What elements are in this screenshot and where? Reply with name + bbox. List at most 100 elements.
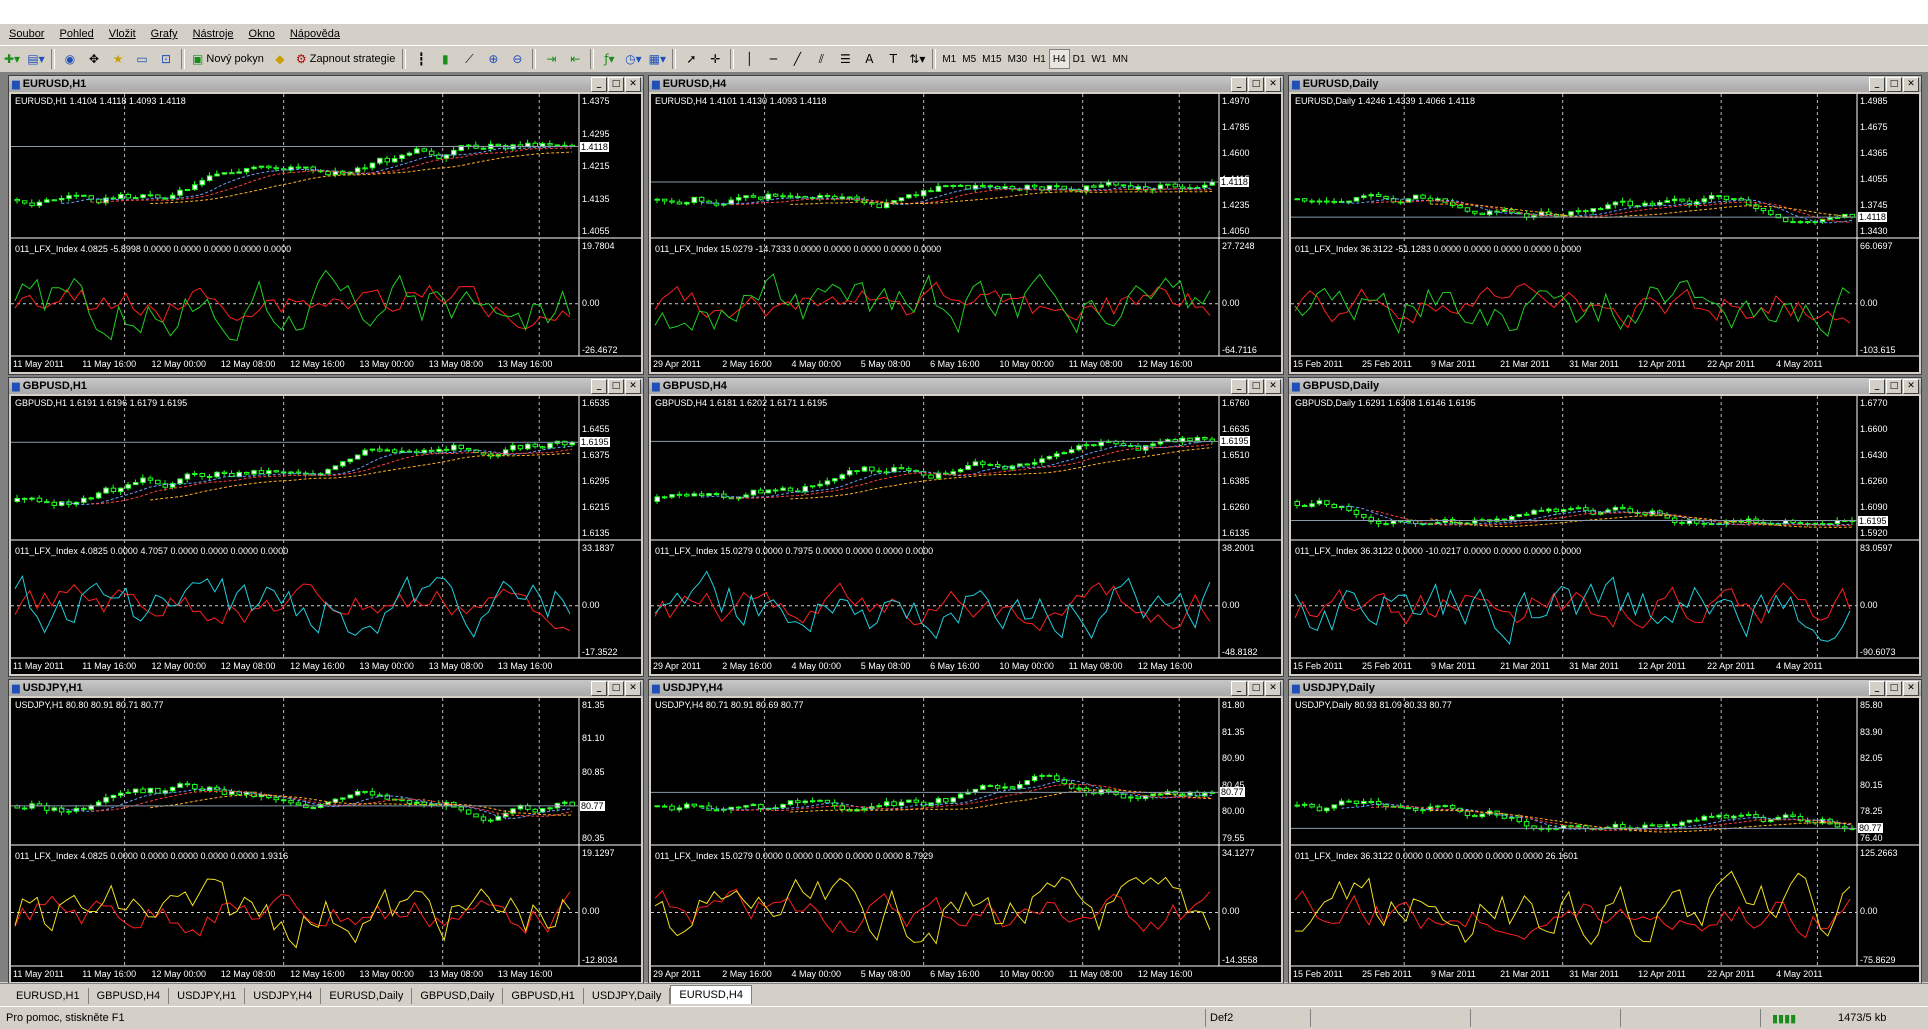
timeframe-h4[interactable]: H4 [1048,49,1070,69]
menu-window[interactable]: Okno [240,28,281,40]
chart-title-bar[interactable]: ▆ USDJPY,H4 _ □ ✕ [649,680,1283,696]
terminal-button[interactable]: ▭ [131,49,153,69]
text-button[interactable]: A [858,49,880,69]
chart-window[interactable]: ▆ EURUSD,Daily _ □ ✕ EURUSD,Daily 1.4246 1.43… [1288,75,1922,375]
close-button[interactable]: ✕ [1903,379,1919,394]
chart-title-bar[interactable]: ▆ GBPUSD,H1 _ □ ✕ [9,378,643,394]
chart-tab[interactable]: GBPUSD,Daily [412,988,504,1004]
autoscroll-button[interactable]: ⇥ [540,49,562,69]
chart-title-bar[interactable]: ▆ EURUSD,H1 _ □ ✕ [9,76,643,92]
chart-area[interactable]: USDJPY,H1 80.80 80.91 80.71 80.77 011_LFX… [11,698,641,982]
maximize-button[interactable]: □ [608,681,624,696]
chart-area[interactable]: GBPUSD,H4 1.6181 1.6202 1.6171 1.6195 011… [651,396,1281,674]
menu-help[interactable]: Nápověda [281,28,346,40]
close-button[interactable]: ✕ [1903,77,1919,92]
vertical-line-button[interactable]: │ [738,49,760,69]
chart-window[interactable]: ▆ GBPUSD,Daily _ □ ✕ GBPUSD,Daily 1.6291 1.63… [1288,377,1922,677]
chart-tab[interactable]: GBPUSD,H1 [503,988,584,1004]
chart-tab[interactable]: EURUSD,Daily [321,988,413,1004]
maximize-button[interactable]: □ [608,379,624,394]
chart-tab[interactable]: GBPUSD,H4 [89,988,170,1004]
zoom-in-button[interactable]: ⊕ [482,49,504,69]
fibonacci-button[interactable]: ☰ [834,49,856,69]
timeframe-m1[interactable]: M1 [939,50,959,68]
new-chart-button[interactable]: ✚▾ [1,49,23,69]
minimize-button[interactable]: _ [1869,379,1885,394]
chart-shift-button[interactable]: ⇤ [564,49,586,69]
chart-tab[interactable]: USDJPY,H1 [169,988,246,1004]
horizontal-line-button[interactable]: ─ [762,49,784,69]
close-button[interactable]: ✕ [625,681,641,696]
minimize-button[interactable]: _ [1231,77,1247,92]
alert-button[interactable]: ◆ [269,49,291,69]
chart-area[interactable]: EURUSD,H1 1.4104 1.4118 1.4093 1.4118 011… [11,94,641,372]
tester-button[interactable]: ⊡ [155,49,177,69]
candlestick-button[interactable]: ▮ [434,49,456,69]
menu-charts[interactable]: Grafy [142,28,184,40]
maximize-button[interactable]: □ [1248,379,1264,394]
chart-title-bar[interactable]: ▆ USDJPY,Daily _ □ ✕ [1289,680,1921,696]
minimize-button[interactable]: _ [591,77,607,92]
data-window-button[interactable]: ✥ [83,49,105,69]
chart-title-bar[interactable]: ▆ GBPUSD,Daily _ □ ✕ [1289,378,1921,394]
chart-window[interactable]: ▆ EURUSD,H1 _ □ ✕ EURUSD,H1 1.4104 1.4118 1.4… [8,75,644,375]
close-button[interactable]: ✕ [625,379,641,394]
chart-area[interactable]: USDJPY,Daily 80.93 81.09 80.33 80.77 011_… [1291,698,1919,982]
trendline-button[interactable]: ╱ [786,49,808,69]
chart-title-bar[interactable]: ▆ EURUSD,H4 _ □ ✕ [649,76,1283,92]
text-label-button[interactable]: T [882,49,904,69]
minimize-button[interactable]: _ [591,379,607,394]
chart-window[interactable]: ▆ EURUSD,H4 _ □ ✕ EURUSD,H4 1.4101 1.4130 1.4… [648,75,1284,375]
chart-window[interactable]: ▆ GBPUSD,H4 _ □ ✕ GBPUSD,H4 1.6181 1.6202 1.6… [648,377,1284,677]
maximize-button[interactable]: □ [1886,77,1902,92]
templates-button[interactable]: ▦▾ [646,49,668,69]
chart-title-bar[interactable]: ▆ USDJPY,H1 _ □ ✕ [9,680,643,696]
timeframe-d1[interactable]: D1 [1070,50,1089,68]
periods-button[interactable]: ◷▾ [622,49,644,69]
arrows-button[interactable]: ⇅▾ [906,49,928,69]
chart-tab[interactable]: EURUSD,H4 [670,985,752,1004]
maximize-button[interactable]: □ [608,77,624,92]
channel-button[interactable]: ⫽ [810,49,832,69]
new-order-button[interactable]: ▣ Nový pokyn [189,49,267,69]
chart-area[interactable]: GBPUSD,Daily 1.6291 1.6308 1.6146 1.6195… [1291,396,1919,674]
profiles-button[interactable]: ▤▾ [25,49,47,69]
bar-chart-button[interactable]: ┇ [410,49,432,69]
close-button[interactable]: ✕ [1265,379,1281,394]
timeframe-w1[interactable]: W1 [1088,50,1109,68]
close-button[interactable]: ✕ [625,77,641,92]
chart-window[interactable]: ▆ GBPUSD,H1 _ □ ✕ GBPUSD,H1 1.6191 1.6196 1.6… [8,377,644,677]
menu-file[interactable]: Soubor [0,28,50,40]
timeframe-m5[interactable]: M5 [959,50,979,68]
close-button[interactable]: ✕ [1265,77,1281,92]
minimize-button[interactable]: _ [1231,379,1247,394]
chart-window[interactable]: ▆ USDJPY,H1 _ □ ✕ USDJPY,H1 80.80 80.91 80.71… [8,679,644,985]
menu-insert[interactable]: Vložit [100,28,142,40]
strategies-button[interactable]: ⚙ Zapnout strategie [293,49,398,69]
indicators-button[interactable]: ƒ▾ [598,49,620,69]
menu-tools[interactable]: Nástroje [184,28,240,40]
maximize-button[interactable]: □ [1886,379,1902,394]
chart-title-bar[interactable]: ▆ EURUSD,Daily _ □ ✕ [1289,76,1921,92]
minimize-button[interactable]: _ [1231,681,1247,696]
minimize-button[interactable]: _ [1869,77,1885,92]
timeframe-m15[interactable]: M15 [979,50,1004,68]
chart-title-bar[interactable]: ▆ GBPUSD,H4 _ □ ✕ [649,378,1283,394]
chart-tab[interactable]: USDJPY,Daily [584,988,671,1004]
chart-tab[interactable]: USDJPY,H4 [245,988,322,1004]
close-button[interactable]: ✕ [1903,681,1919,696]
maximize-button[interactable]: □ [1248,77,1264,92]
navigator-button[interactable]: ★ [107,49,129,69]
chart-tab[interactable]: EURUSD,H1 [8,988,89,1004]
line-chart-button[interactable]: ⟋ [458,49,480,69]
chart-window[interactable]: ▆ USDJPY,H4 _ □ ✕ USDJPY,H4 80.71 80.91 80.69… [648,679,1284,985]
chart-window[interactable]: ▆ USDJPY,Daily _ □ ✕ USDJPY,Daily 80.93 81.09… [1288,679,1922,985]
zoom-out-button[interactable]: ⊖ [506,49,528,69]
cursor-button[interactable]: ➚ [680,49,702,69]
chart-area[interactable]: USDJPY,H4 80.71 80.91 80.69 80.77 011_LFX… [651,698,1281,982]
close-button[interactable]: ✕ [1265,681,1281,696]
maximize-button[interactable]: □ [1886,681,1902,696]
timeframe-mn[interactable]: MN [1109,50,1131,68]
market-watch-button[interactable]: ◉ [59,49,81,69]
chart-area[interactable]: EURUSD,H4 1.4101 1.4130 1.4093 1.4118 011… [651,94,1281,372]
